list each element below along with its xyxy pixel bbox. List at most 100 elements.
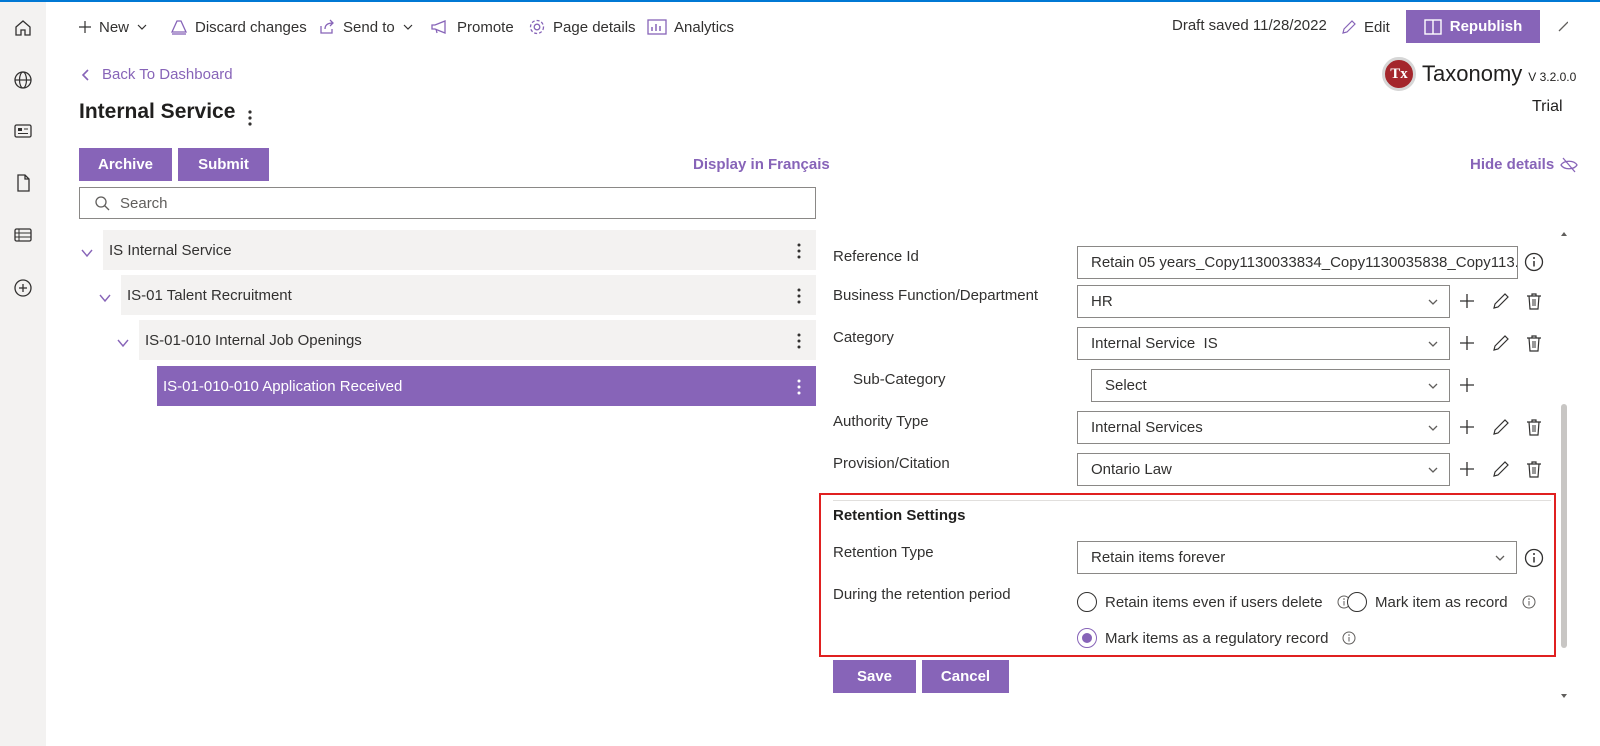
info-icon[interactable]	[1522, 595, 1536, 609]
more-vertical-icon[interactable]	[244, 108, 256, 128]
add-icon[interactable]	[1457, 417, 1477, 437]
category-value: Internal Service IS	[1091, 335, 1218, 352]
back-label: Back To Dashboard	[102, 66, 233, 83]
business-function-dropdown[interactable]: HR	[1077, 285, 1450, 318]
provision-citation-value: Ontario Law	[1091, 461, 1172, 478]
mark-as-record-radio[interactable]: Mark item as record	[1347, 592, 1536, 612]
authority-type-label: Authority Type	[833, 413, 929, 430]
mark-regulatory-record-radio[interactable]: Mark items as a regulatory record	[1077, 628, 1356, 648]
plan-badge: Trial	[1532, 98, 1563, 115]
business-function-label: Business Function/Department	[833, 287, 1039, 304]
list-icon[interactable]	[9, 221, 37, 249]
share-icon	[320, 19, 334, 34]
more-vertical-icon[interactable]	[796, 287, 802, 305]
brand-version: V 3.2.0.0	[1528, 70, 1577, 84]
chevron-left-icon	[81, 68, 89, 81]
sub-category-label: Sub-Category	[853, 371, 946, 388]
reference-id-label: Reference Id	[833, 248, 919, 265]
reference-id-value: Retain 05 years_Copy1130033834_Copy11300…	[1091, 254, 1518, 271]
republish-button[interactable]: Republish	[1406, 10, 1540, 43]
add-icon[interactable]	[1457, 333, 1477, 353]
tree-item-label: IS-01-010-010 Application Received	[163, 377, 403, 395]
provision-citation-dropdown[interactable]: Ontario Law	[1077, 453, 1450, 486]
radio-circle-selected[interactable]	[1077, 628, 1097, 648]
add-icon[interactable]	[1457, 291, 1477, 311]
analytics-button[interactable]: Analytics	[647, 16, 734, 38]
discard-changes-button[interactable]: Discard changes	[170, 16, 307, 38]
scroll-down-icon[interactable]	[1560, 692, 1568, 700]
globe-icon[interactable]	[9, 66, 37, 94]
scrollbar-thumb[interactable]	[1561, 404, 1567, 648]
chevron-down-icon	[1428, 341, 1438, 347]
reference-id-field[interactable]: Retain 05 years_Copy1130033834_Copy11300…	[1077, 246, 1518, 279]
promote-button[interactable]: Promote	[430, 16, 514, 38]
retention-type-value: Retain items forever	[1091, 549, 1226, 566]
tree-item-label: IS-01 Talent Recruitment	[127, 286, 292, 304]
send-to-button[interactable]: Send to	[318, 16, 414, 38]
retention-type-dropdown[interactable]: Retain items forever	[1077, 541, 1517, 574]
chevron-down-icon	[1428, 299, 1438, 305]
authority-type-dropdown[interactable]: Internal Services	[1077, 411, 1450, 444]
hide-details-button[interactable]: Hide details	[1470, 156, 1578, 173]
delete-trash-icon[interactable]	[1524, 459, 1544, 479]
page-details-button[interactable]: Page details	[528, 16, 636, 38]
page-details-label: Page details	[553, 18, 636, 36]
radio-circle[interactable]	[1077, 592, 1097, 612]
tree-item-selected[interactable]: IS-01-010-010 Application Received	[157, 366, 816, 406]
tree-item[interactable]: IS-01-010 Internal Job Openings	[139, 320, 816, 360]
edit-button[interactable]: Edit	[1341, 16, 1390, 38]
info-icon[interactable]	[1524, 548, 1544, 568]
scroll-up-icon[interactable]	[1560, 230, 1568, 238]
edit-pencil-icon[interactable]	[1491, 291, 1511, 311]
archive-button[interactable]: Archive	[79, 148, 172, 181]
submit-button[interactable]: Submit	[178, 148, 269, 181]
cancel-button[interactable]: Cancel	[922, 660, 1009, 693]
search-box[interactable]	[79, 187, 816, 219]
tree-expand-chevron-icon[interactable]	[116, 336, 130, 350]
tree-item[interactable]: IS-01 Talent Recruitment	[121, 275, 816, 315]
info-icon[interactable]	[1524, 252, 1544, 272]
pencil-icon	[1342, 20, 1356, 34]
expand-icon[interactable]	[1556, 17, 1569, 38]
add-icon[interactable]	[1457, 375, 1477, 395]
megaphone-icon	[431, 20, 446, 34]
more-vertical-icon[interactable]	[796, 378, 802, 396]
edit-pencil-icon[interactable]	[1491, 333, 1511, 353]
category-dropdown[interactable]: Internal Service IS	[1077, 327, 1450, 360]
retain-even-if-deleted-radio[interactable]: Retain items even if users delete	[1077, 592, 1351, 612]
promote-label: Promote	[457, 18, 514, 36]
news-icon[interactable]	[9, 117, 37, 145]
home-icon[interactable]	[9, 14, 37, 42]
business-function-value: HR	[1091, 293, 1113, 310]
tree-expand-chevron-icon[interactable]	[80, 246, 94, 260]
radio-label: Mark items as a regulatory record	[1105, 629, 1329, 647]
back-to-dashboard-link[interactable]: Back To Dashboard	[80, 66, 233, 83]
delete-trash-icon[interactable]	[1524, 291, 1544, 311]
add-icon[interactable]	[1457, 459, 1477, 479]
tree-item[interactable]: IS Internal Service	[103, 230, 816, 270]
radio-label: Mark item as record	[1375, 593, 1508, 611]
radio-label: Retain items even if users delete	[1105, 593, 1323, 611]
save-button[interactable]: Save	[833, 660, 916, 693]
more-vertical-icon[interactable]	[796, 332, 802, 350]
edit-pencil-icon[interactable]	[1491, 417, 1511, 437]
delete-trash-icon[interactable]	[1524, 333, 1544, 353]
sub-category-dropdown[interactable]: Select	[1091, 369, 1450, 402]
info-icon[interactable]	[1342, 631, 1356, 645]
hide-details-label: Hide details	[1470, 156, 1555, 173]
discard-label: Discard changes	[195, 18, 307, 36]
display-in-french-link[interactable]: Display in Français	[693, 156, 830, 173]
delete-trash-icon[interactable]	[1524, 417, 1544, 437]
radio-circle[interactable]	[1347, 592, 1367, 612]
new-button[interactable]: New	[78, 16, 148, 38]
analytics-icon	[647, 19, 667, 35]
add-circle-icon[interactable]	[9, 274, 37, 302]
edit-pencil-icon[interactable]	[1491, 459, 1511, 479]
authority-type-value: Internal Services	[1091, 419, 1203, 436]
brand-logo: Tx Taxonomy V 3.2.0.0	[1382, 57, 1576, 91]
document-icon[interactable]	[9, 169, 37, 197]
chevron-down-icon	[1428, 467, 1438, 473]
more-vertical-icon[interactable]	[796, 242, 802, 260]
search-input[interactable]	[120, 194, 720, 212]
tree-expand-chevron-icon[interactable]	[98, 291, 112, 305]
